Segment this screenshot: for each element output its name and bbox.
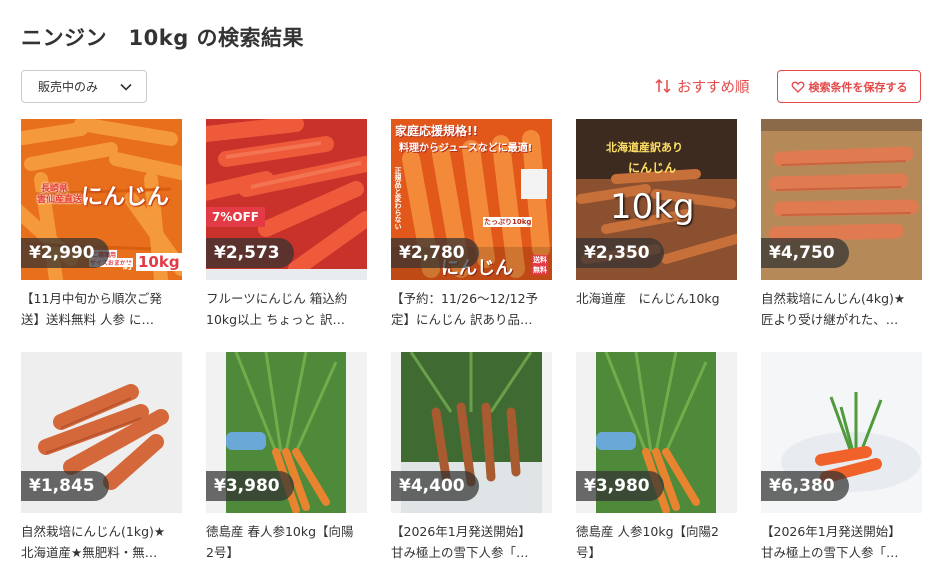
product-title-line: 自然栽培にんじん(4kg)★: [761, 291, 906, 306]
overlay-text: 料理からジュースなどに最適!: [399, 143, 533, 154]
product-title-line: 【11月中旬から順次ご発: [21, 291, 162, 306]
product-title-line: 号】: [576, 545, 602, 560]
product-title-line: 2号】: [206, 545, 239, 560]
product-title-line: 徳島産 春人参10kg【向陽: [206, 524, 354, 539]
product-image: 北海道産訳あり にんじん 10kg ¥2,350: [576, 119, 737, 280]
chevron-down-icon: [120, 83, 132, 91]
price-tag: ¥2,350: [576, 238, 664, 268]
overlay-text: たっぷり10kg: [483, 217, 533, 227]
product-card[interactable]: ¥1,845 自然栽培にんじん(1kg)★ 北海道産★無肥料・無…: [21, 352, 182, 560]
product-image: ¥4,750: [761, 119, 922, 280]
product-image: 7%OFF ¥2,573: [206, 119, 367, 280]
price-tag: ¥2,573: [206, 238, 294, 268]
product-title-line: 定】にんじん 訳あり品…: [391, 312, 533, 327]
product-title-line: 甘み極上の雪下人参「…: [391, 545, 529, 560]
product-title[interactable]: 【2026年1月発送開始】 甘み極上の雪下人参「…: [761, 521, 922, 563]
product-image: 長崎県 雲仙産直送 にんじん 二種類用 サイズおまかせ 約 10kg ¥2,99…: [21, 119, 182, 280]
product-title-line: 10kg以上 ちょっと 訳…: [206, 312, 346, 327]
sort-button[interactable]: おすすめ順: [654, 74, 750, 98]
sort-arrows-icon: [655, 78, 671, 94]
product-title[interactable]: フルーツにんじん 箱込約 10kg以上 ちょっと 訳…: [206, 288, 367, 330]
price-tag: ¥4,400: [391, 471, 479, 501]
overlay-text: にんじん: [628, 161, 677, 175]
price-tag: ¥1,845: [21, 471, 109, 501]
price-tag: ¥2,990: [21, 238, 109, 268]
product-image: ¥4,400: [391, 352, 552, 513]
price-tag: ¥2,780: [391, 238, 479, 268]
product-title[interactable]: 徳島産 人参10kg【向陽2 号】: [576, 521, 737, 563]
product-title[interactable]: 【2026年1月発送開始】 甘み極上の雪下人参「…: [391, 521, 552, 563]
product-title[interactable]: 北海道産 にんじん10kg: [576, 288, 737, 309]
product-card[interactable]: ¥6,380 【2026年1月発送開始】 甘み極上の雪下人参「…: [761, 352, 922, 560]
product-title[interactable]: 自然栽培にんじん(1kg)★ 北海道産★無肥料・無…: [21, 521, 182, 563]
overlay-text: 無料: [532, 265, 548, 275]
product-title-line: 【2026年1月発送開始】: [391, 524, 531, 539]
status-filter-value: 販売中のみ: [38, 80, 99, 94]
discount-badge: 7%OFF: [206, 207, 265, 227]
overlay-text: 送料: [532, 255, 548, 265]
overlay-text: 10kg: [610, 187, 695, 227]
overlay-text: 雲仙産直送: [37, 195, 83, 205]
product-card[interactable]: ¥4,400 【2026年1月発送開始】 甘み極上の雪下人参「…: [391, 352, 552, 560]
product-card[interactable]: 家庭応援規格!! 料理からジュースなどに最適! たっぷり10kg 正規品と変わら…: [391, 119, 552, 327]
product-image: ¥6,380: [761, 352, 922, 513]
product-title-line: 匠より受け継がれた、…: [761, 312, 899, 327]
product-card[interactable]: 7%OFF ¥2,573 フルーツにんじん 箱込約 10kg以上 ちょっと 訳…: [206, 119, 367, 327]
overlay-text: 約: [123, 262, 133, 272]
save-search-button[interactable]: 検索条件を保存する: [777, 70, 921, 103]
product-title-line: 【2026年1月発送開始】: [761, 524, 901, 539]
product-title-line: フルーツにんじん 箱込約: [206, 291, 348, 306]
product-card[interactable]: ¥3,980 徳島産 春人参10kg【向陽 2号】: [206, 352, 367, 560]
price-tag: ¥4,750: [761, 238, 849, 268]
product-title-line: 北海道産★無肥料・無…: [21, 545, 158, 560]
product-title[interactable]: 【11月中旬から順次ご発 送】送料無料 人参 に…: [21, 288, 182, 330]
save-search-label: 検索条件を保存する: [808, 80, 908, 94]
page-title: ニンジン 10kg の検索結果: [21, 26, 305, 50]
product-image: 家庭応援規格!! 料理からジュースなどに最適! たっぷり10kg 正規品と変わら…: [391, 119, 552, 280]
product-card[interactable]: ¥3,980 徳島産 人参10kg【向陽2 号】: [576, 352, 737, 560]
product-title-line: 【予約：11/26〜12/12予: [391, 291, 539, 306]
product-title-line: 送】送料無料 人参 に…: [21, 312, 154, 327]
heart-icon: [791, 81, 804, 93]
price-tag: ¥3,980: [576, 471, 664, 501]
price-tag: ¥6,380: [761, 471, 849, 501]
product-image: ¥3,980: [206, 352, 367, 513]
overlay-text: 正規品と変わらない: [394, 167, 402, 230]
overlay-text: 家庭応援規格!!: [395, 124, 478, 138]
product-title-line: 甘み極上の雪下人参「…: [761, 545, 899, 560]
price-tag: ¥3,980: [206, 471, 294, 501]
product-title-line: 北海道産 にんじん10kg: [576, 291, 720, 306]
product-image: ¥3,980: [576, 352, 737, 513]
product-title[interactable]: 徳島産 春人参10kg【向陽 2号】: [206, 521, 367, 563]
overlay-text: 10kg: [136, 253, 182, 271]
overlay-text: にんじん: [81, 185, 170, 210]
product-title-line: 自然栽培にんじん(1kg)★: [21, 524, 166, 539]
sort-label: おすすめ順: [677, 79, 750, 96]
product-image: ¥1,845: [21, 352, 182, 513]
product-title-line: 徳島産 人参10kg【向陽2: [576, 524, 720, 539]
product-title[interactable]: 自然栽培にんじん(4kg)★ 匠より受け継がれた、…: [761, 288, 922, 330]
product-title[interactable]: 【予約：11/26〜12/12予 定】にんじん 訳あり品…: [391, 288, 552, 330]
product-card[interactable]: ¥4,750 自然栽培にんじん(4kg)★ 匠より受け継がれた、…: [761, 119, 922, 327]
product-card[interactable]: 長崎県 雲仙産直送 にんじん 二種類用 サイズおまかせ 約 10kg ¥2,99…: [21, 119, 182, 327]
product-card[interactable]: 北海道産訳あり にんじん 10kg ¥2,350 北海道産 にんじん10kg: [576, 119, 737, 306]
product-grid: 長崎県 雲仙産直送 にんじん 二種類用 サイズおまかせ 約 10kg ¥2,99…: [21, 119, 926, 560]
status-filter-dropdown[interactable]: 販売中のみ: [21, 70, 147, 103]
overlay-text: 北海道産訳あり: [606, 141, 683, 154]
